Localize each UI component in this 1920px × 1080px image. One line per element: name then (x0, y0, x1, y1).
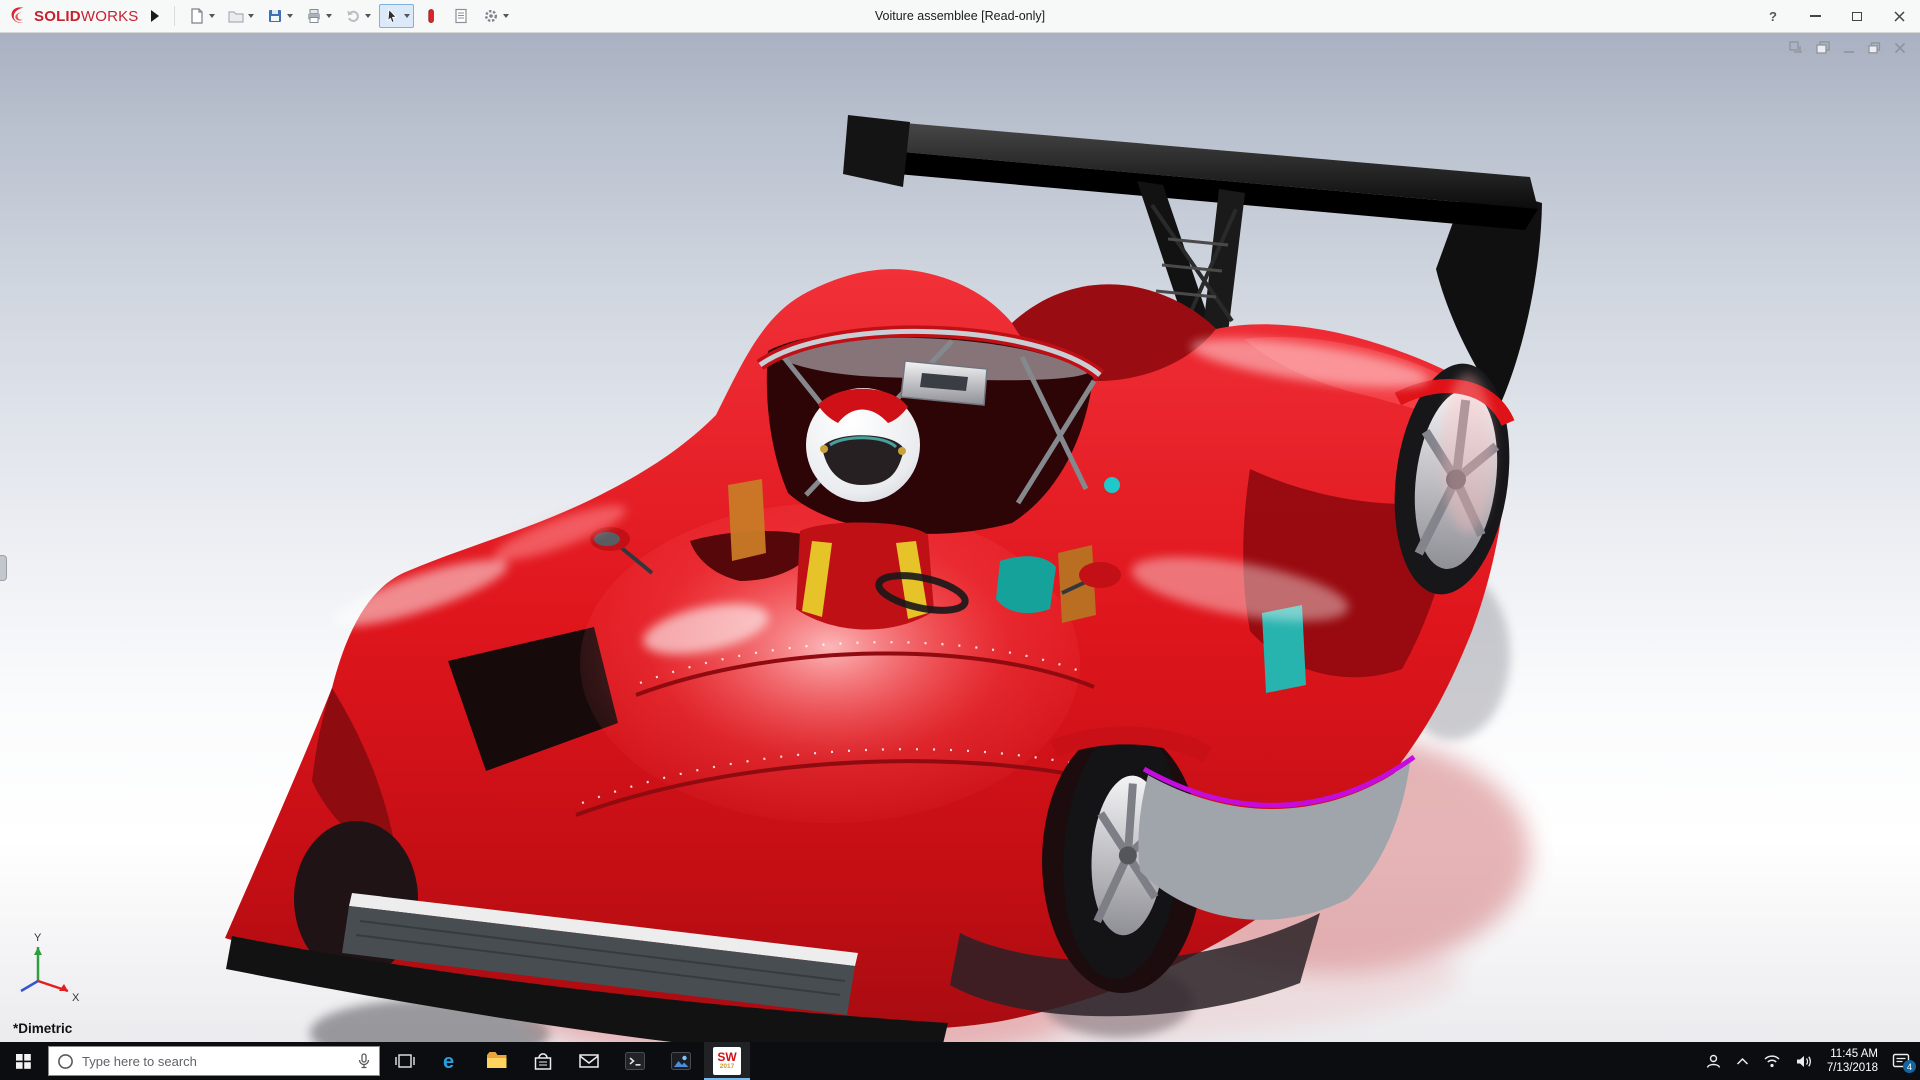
people-button[interactable] (1705, 1053, 1722, 1070)
doc-cascade-icon[interactable] (1816, 41, 1830, 54)
solidworks-window: SOLIDWORKS (0, 0, 1920, 1080)
windows-logo-icon (15, 1053, 32, 1070)
undo-icon (344, 7, 362, 25)
dropdown-caret (248, 14, 254, 18)
3d-scene[interactable]: X Y (0, 33, 1920, 1042)
minimize-button[interactable] (1794, 0, 1836, 32)
dropdown-caret (209, 14, 215, 18)
doc-close-button[interactable] (1894, 42, 1906, 54)
save-button[interactable] (262, 4, 297, 28)
titlebar-left: SOLIDWORKS (0, 0, 513, 32)
edge-app-button[interactable]: e (428, 1042, 474, 1080)
solidworks-app-button[interactable]: SW 2017 (704, 1042, 750, 1080)
close-button[interactable] (1878, 0, 1920, 32)
taskbar-search[interactable] (48, 1046, 380, 1076)
cortana-icon (57, 1053, 74, 1070)
doc-restore-button[interactable] (1868, 42, 1881, 54)
command-prompt-icon (623, 1049, 647, 1073)
triad-x-label: X (72, 992, 80, 1004)
people-icon (1705, 1053, 1722, 1070)
report-button[interactable] (448, 4, 474, 28)
new-document-icon (188, 7, 206, 25)
maximize-icon (1852, 12, 1862, 21)
svg-text:e: e (443, 1051, 454, 1073)
solidworks-app-icon: SW 2017 (713, 1047, 741, 1075)
clock-date: 7/13/2018 (1827, 1061, 1878, 1075)
toolbar-separator (174, 6, 175, 26)
minimize-icon (1810, 15, 1821, 17)
windows-taskbar: e (0, 1042, 1920, 1080)
appearance-button[interactable] (418, 4, 444, 28)
dropdown-caret (326, 14, 332, 18)
select-button[interactable] (379, 4, 414, 28)
action-center-button[interactable]: 4 (1892, 1053, 1910, 1069)
maximize-button[interactable] (1836, 0, 1878, 32)
open-button[interactable] (223, 4, 258, 28)
search-input[interactable] (82, 1054, 349, 1069)
command-prompt-app-button[interactable] (612, 1042, 658, 1080)
graphics-viewport[interactable]: X Y *Dimetric (0, 33, 1920, 1042)
titlebar: SOLIDWORKS (0, 0, 1920, 33)
close-icon (1894, 11, 1905, 22)
ds-logo-icon (8, 5, 30, 27)
microphone-icon[interactable] (357, 1053, 371, 1069)
file-explorer-app-button[interactable] (474, 1042, 520, 1080)
solidworks-logo: SOLIDWORKS (8, 5, 139, 27)
start-button[interactable] (0, 1042, 46, 1080)
chevron-up-icon (1736, 1057, 1749, 1066)
doc-minimize-button[interactable] (1843, 42, 1855, 54)
notification-badge: 4 (1903, 1060, 1916, 1073)
open-folder-icon (227, 7, 245, 25)
print-button[interactable] (301, 4, 336, 28)
undo-button[interactable] (340, 4, 375, 28)
brand-text: SOLIDWORKS (34, 8, 139, 25)
file-explorer-icon (485, 1049, 509, 1073)
print-icon (305, 7, 323, 25)
store-bag-icon (531, 1049, 555, 1073)
brand-text-light: WORKS (81, 8, 139, 25)
mail-icon (577, 1049, 601, 1073)
photos-app-button[interactable] (658, 1042, 704, 1080)
report-book-icon (452, 7, 470, 25)
appearance-icon (422, 7, 440, 25)
orientation-triad: X Y (21, 932, 80, 1004)
save-floppy-icon (266, 7, 284, 25)
photos-icon (669, 1049, 693, 1073)
select-cursor-icon (383, 7, 401, 25)
hidden-icons-button[interactable] (1736, 1057, 1749, 1066)
pane-splitter-handle[interactable] (0, 555, 7, 581)
task-view-button[interactable] (382, 1042, 428, 1080)
edge-icon: e (439, 1049, 463, 1073)
dropdown-caret (287, 14, 293, 18)
brand-text-bold: SOLID (34, 8, 81, 25)
view-orientation-label: *Dimetric (13, 1021, 72, 1036)
gear-icon (482, 7, 500, 25)
document-window-controls (1789, 41, 1906, 54)
new-document-button[interactable] (184, 4, 219, 28)
clock-time: 11:45 AM (1830, 1047, 1878, 1061)
window-controls: ? (1752, 0, 1920, 32)
task-view-icon (395, 1053, 415, 1069)
store-app-button[interactable] (520, 1042, 566, 1080)
wifi-icon (1763, 1054, 1781, 1068)
options-button[interactable] (478, 4, 513, 28)
dropdown-caret (404, 14, 410, 18)
speaker-icon (1795, 1054, 1813, 1069)
dropdown-caret (503, 14, 509, 18)
taskbar-clock[interactable]: 11:45 AM 7/13/2018 (1827, 1047, 1878, 1075)
volume-button[interactable] (1795, 1054, 1813, 1069)
network-button[interactable] (1763, 1054, 1781, 1068)
doc-tile-icon[interactable] (1789, 41, 1803, 54)
mail-app-button[interactable] (566, 1042, 612, 1080)
dropdown-caret (365, 14, 371, 18)
help-button[interactable]: ? (1752, 0, 1794, 32)
expand-menu-button[interactable] (151, 10, 159, 22)
triad-y-label: Y (34, 932, 42, 944)
system-tray: 11:45 AM 7/13/2018 4 (1705, 1042, 1920, 1080)
